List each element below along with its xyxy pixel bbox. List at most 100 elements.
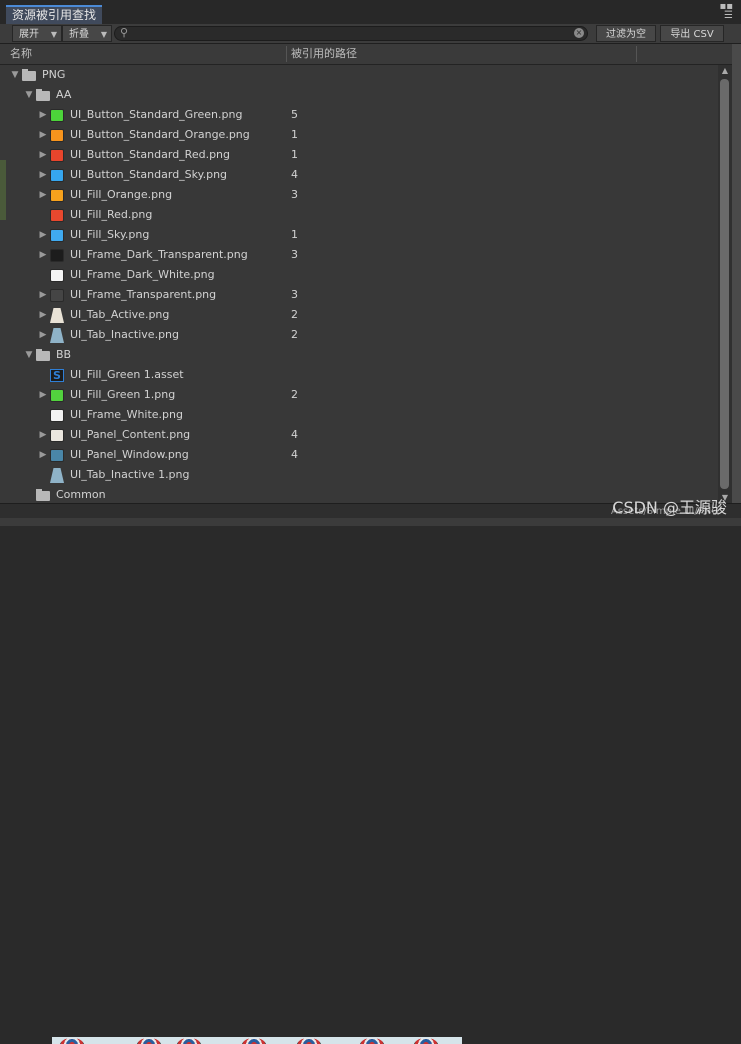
collapsed-arrow-icon[interactable]: ▶ bbox=[38, 125, 48, 145]
image-icon bbox=[50, 229, 64, 242]
tab-image-icon bbox=[50, 308, 64, 323]
script-asset-icon: S bbox=[50, 369, 64, 382]
search-input[interactable] bbox=[133, 27, 563, 40]
target-graphic bbox=[242, 1038, 266, 1044]
column-divider[interactable] bbox=[636, 46, 637, 62]
column-header: 名称 被引用的路径 bbox=[0, 44, 741, 65]
row-label: AA bbox=[56, 88, 72, 101]
row-label: UI_Panel_Window.png bbox=[70, 448, 189, 461]
row-label: UI_Button_Standard_Orange.png bbox=[70, 128, 250, 141]
collapsed-arrow-icon[interactable]: ▶ bbox=[38, 425, 48, 445]
collapsed-arrow-icon[interactable]: ▶ bbox=[38, 285, 48, 305]
collapsed-arrow-icon[interactable]: ▶ bbox=[38, 385, 48, 405]
asset-row[interactable]: ▶ UI_Tab_Active.png 2 bbox=[0, 305, 718, 325]
expanded-arrow-icon[interactable]: ▼ bbox=[24, 345, 34, 365]
collapsed-arrow-icon[interactable]: ▶ bbox=[38, 225, 48, 245]
row-label: UI_Tab_Inactive.png bbox=[70, 328, 180, 341]
asset-row[interactable]: UI_Tab_Inactive 1.png bbox=[0, 465, 718, 485]
folder-row[interactable]: ▼ AA bbox=[0, 85, 718, 105]
asset-row[interactable]: S UI_Fill_Green 1.asset bbox=[0, 365, 718, 385]
asset-row[interactable]: ▶ UI_Button_Standard_Sky.png 4 bbox=[0, 165, 718, 185]
folder-row[interactable]: Common bbox=[0, 485, 718, 503]
reference-count: 4 bbox=[291, 168, 298, 181]
dropdown-arrow-icon: ▼ bbox=[100, 30, 107, 39]
target-graphic bbox=[414, 1038, 438, 1044]
folder-row[interactable]: ▼ PNG bbox=[0, 65, 718, 85]
reference-count: 1 bbox=[291, 128, 298, 141]
collapsed-arrow-icon[interactable]: ▶ bbox=[38, 145, 48, 165]
row-label: PNG bbox=[42, 68, 66, 81]
row-label: BB bbox=[56, 348, 72, 361]
folder-icon bbox=[36, 489, 50, 501]
row-label: UI_Panel_Content.png bbox=[70, 428, 191, 441]
asset-row[interactable]: UI_Frame_Dark_White.png bbox=[0, 265, 718, 285]
asset-row[interactable]: ▶ UI_Button_Standard_Orange.png 1 bbox=[0, 125, 718, 145]
row-label: UI_Frame_White.png bbox=[70, 408, 183, 421]
asset-row[interactable]: ▶ UI_Fill_Green 1.png 2 bbox=[0, 385, 718, 405]
folder-icon bbox=[36, 89, 50, 101]
row-label: UI_Fill_Green 1.asset bbox=[70, 368, 184, 381]
path-column-header[interactable]: 被引用的路径 bbox=[291, 44, 357, 64]
collapsed-arrow-icon[interactable]: ▶ bbox=[38, 305, 48, 325]
image-icon bbox=[50, 209, 64, 222]
collapse-dropdown[interactable]: 折叠 ▼ bbox=[62, 25, 112, 42]
collapsed-arrow-icon[interactable]: ▶ bbox=[38, 185, 48, 205]
clear-search-icon[interactable]: × bbox=[574, 28, 584, 38]
row-label: UI_Fill_Red.png bbox=[70, 208, 153, 221]
asset-row[interactable]: ▶ UI_Fill_Orange.png 3 bbox=[0, 185, 718, 205]
expanded-arrow-icon[interactable]: ▼ bbox=[10, 65, 20, 85]
tab-image-icon bbox=[50, 468, 64, 483]
asset-row[interactable]: UI_Frame_White.png bbox=[0, 405, 718, 425]
reference-count: 1 bbox=[291, 228, 298, 241]
filter-empty-button[interactable]: 过滤为空 bbox=[596, 25, 656, 42]
row-label: UI_Frame_Dark_Transparent.png bbox=[70, 248, 248, 261]
column-divider[interactable] bbox=[286, 46, 287, 62]
asset-row[interactable]: ▶ UI_Fill_Sky.png 1 bbox=[0, 225, 718, 245]
asset-row[interactable]: ▶ UI_Panel_Window.png 4 bbox=[0, 445, 718, 465]
reference-count: 4 bbox=[291, 428, 298, 441]
collapsed-arrow-icon[interactable]: ▶ bbox=[38, 105, 48, 125]
search-icon: ⚲ bbox=[120, 26, 129, 39]
name-column-header[interactable]: 名称 bbox=[10, 44, 32, 64]
collapse-label: 折叠 bbox=[69, 29, 89, 40]
tab-reference-finder[interactable]: 资源被引用查找 bbox=[6, 5, 103, 24]
row-label: UI_Frame_Transparent.png bbox=[70, 288, 217, 301]
image-icon bbox=[50, 129, 64, 142]
asset-row[interactable]: ▶ UI_Panel_Content.png 4 bbox=[0, 425, 718, 445]
asset-row[interactable]: ▶ UI_Frame_Transparent.png 3 bbox=[0, 285, 718, 305]
search-field[interactable]: ⚲ × bbox=[114, 26, 588, 41]
asset-row[interactable]: ▶ UI_Tab_Inactive.png 2 bbox=[0, 325, 718, 345]
image-icon bbox=[50, 449, 64, 462]
folder-icon bbox=[22, 69, 36, 81]
asset-row[interactable]: ▶ UI_Button_Standard_Red.png 1 bbox=[0, 145, 718, 165]
expand-dropdown[interactable]: 展开 ▼ bbox=[12, 25, 62, 42]
collapsed-arrow-icon[interactable]: ▶ bbox=[38, 445, 48, 465]
export-csv-button[interactable]: 导出 CSV bbox=[660, 25, 724, 42]
collapsed-arrow-icon[interactable]: ▶ bbox=[38, 165, 48, 185]
scroll-up-icon[interactable]: ▲ bbox=[718, 65, 732, 76]
row-label: UI_Tab_Active.png bbox=[70, 308, 170, 321]
image-icon bbox=[50, 189, 64, 202]
asset-row[interactable]: UI_Fill_Red.png bbox=[0, 205, 718, 225]
window-menu-icon[interactable]: ▪▪ ☰ bbox=[719, 2, 733, 21]
asset-row[interactable]: ▶ UI_Button_Standard_Green.png 5 bbox=[0, 105, 718, 125]
row-label: UI_Button_Standard_Red.png bbox=[70, 148, 231, 161]
asset-row[interactable]: ▶ UI_Frame_Dark_Transparent.png 3 bbox=[0, 245, 718, 265]
tab-image-icon bbox=[50, 328, 64, 343]
collapsed-arrow-icon[interactable]: ▶ bbox=[38, 325, 48, 345]
reference-count: 4 bbox=[291, 448, 298, 461]
reference-count: 3 bbox=[291, 288, 298, 301]
reference-tree: ▼ PNG ▼ AA ▶ UI_Button_Standard_Green.png 5 ▶ UI… bbox=[0, 65, 718, 503]
folder-row[interactable]: ▼ BB bbox=[0, 345, 718, 365]
image-icon bbox=[50, 269, 64, 282]
image-icon bbox=[50, 389, 64, 402]
scrollbar-thumb[interactable] bbox=[720, 79, 729, 489]
reference-count: 3 bbox=[291, 188, 298, 201]
row-label: UI_Frame_Dark_White.png bbox=[70, 268, 215, 281]
vertical-scrollbar[interactable]: ▲ ▼ bbox=[718, 65, 732, 503]
watermark: CSDN @王源骏 bbox=[612, 498, 727, 517]
expanded-arrow-icon[interactable]: ▼ bbox=[24, 85, 34, 105]
collapsed-arrow-icon[interactable]: ▶ bbox=[38, 245, 48, 265]
target-graphic bbox=[177, 1038, 201, 1044]
row-label: UI_Button_Standard_Sky.png bbox=[70, 168, 228, 181]
